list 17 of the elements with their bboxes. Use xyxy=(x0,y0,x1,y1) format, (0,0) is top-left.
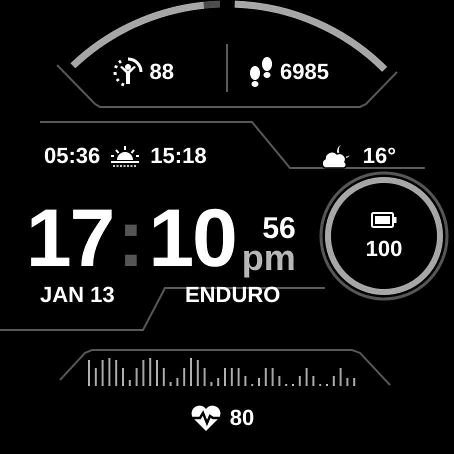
footprints-icon xyxy=(248,56,274,88)
body-battery-value: 88 xyxy=(150,61,174,83)
sunrise-time: 05:36 xyxy=(44,145,100,167)
time-separator: : xyxy=(117,198,145,280)
temperature: 16° xyxy=(362,145,396,167)
sunrise-icon xyxy=(110,145,140,167)
heart-rate-icon xyxy=(190,404,222,432)
hours: 17 xyxy=(26,198,114,280)
sunset-time: 15:18 xyxy=(150,145,207,167)
date: JAN 13 xyxy=(39,282,116,308)
body-battery-icon xyxy=(112,56,144,88)
battery-icon xyxy=(371,212,397,228)
battery-percent: 100 xyxy=(366,238,402,260)
activity-name: ENDURO xyxy=(185,284,280,306)
heart-rate: 80 xyxy=(230,407,254,429)
minutes: 10 xyxy=(148,198,236,280)
step-count: 6985 xyxy=(280,61,329,83)
